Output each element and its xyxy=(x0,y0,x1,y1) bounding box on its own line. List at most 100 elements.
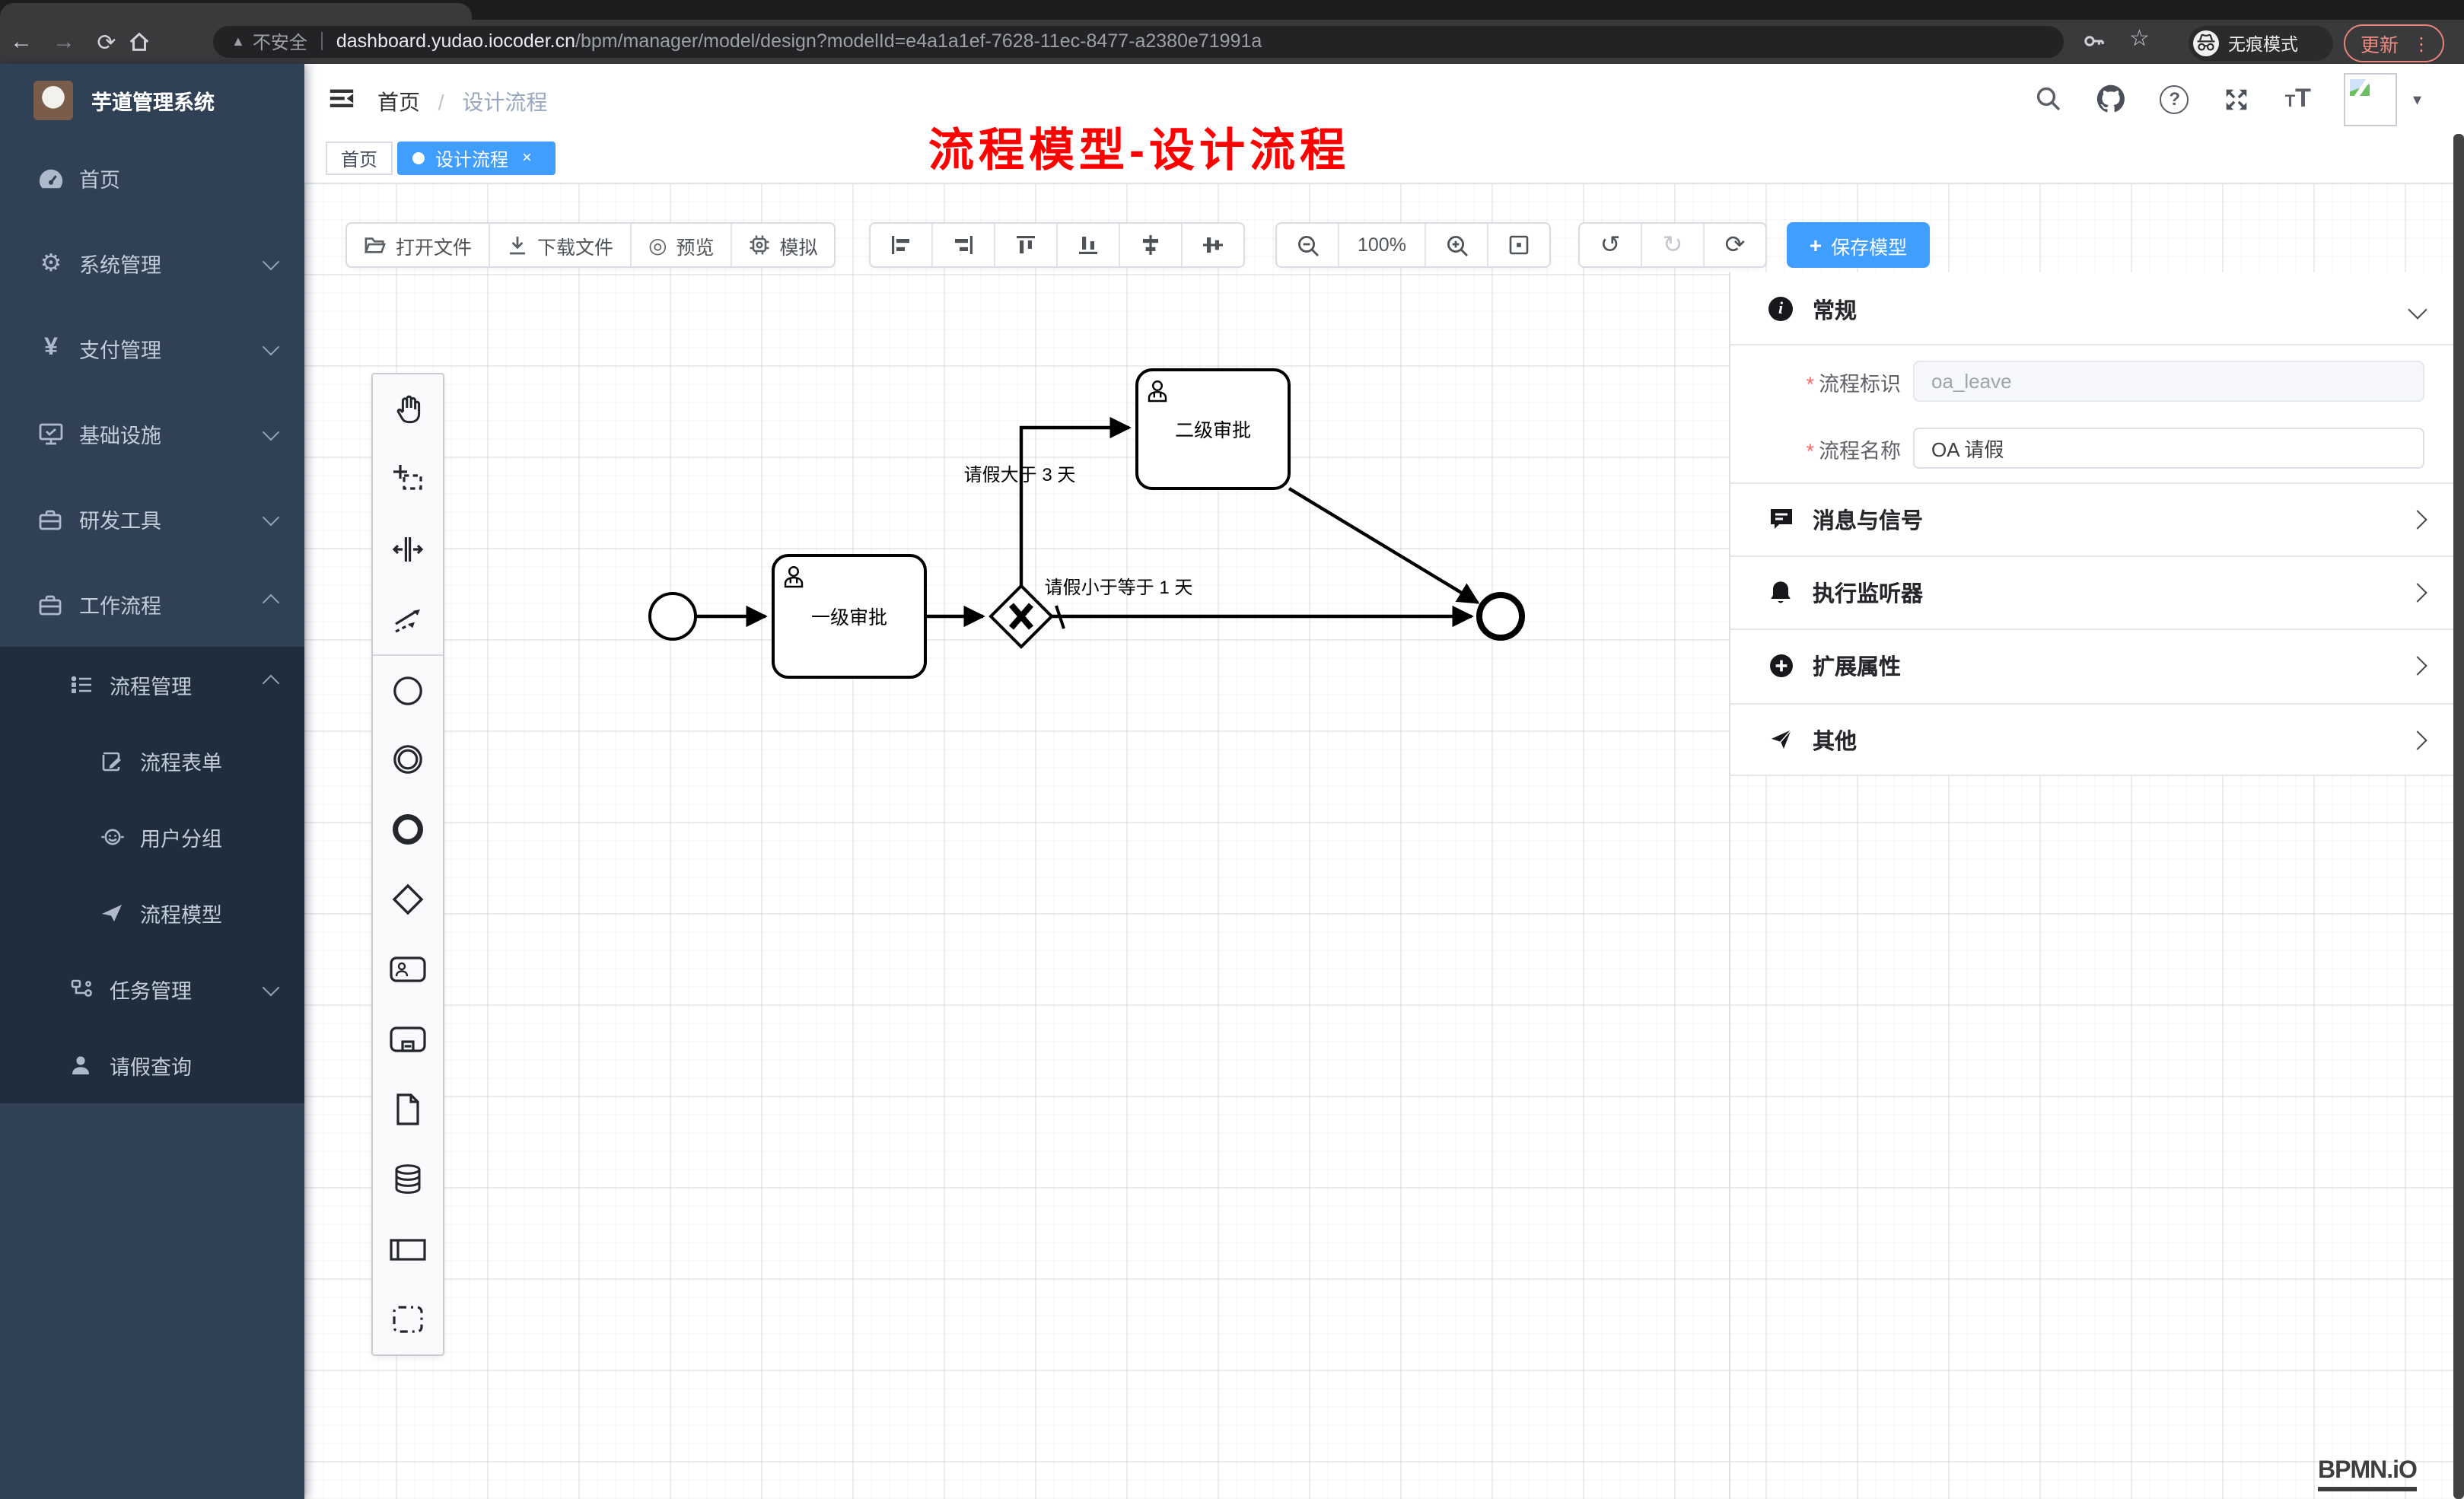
paper-plane-icon xyxy=(100,902,125,924)
open-file-button[interactable]: 打开文件 xyxy=(347,224,490,266)
tab-close-icon[interactable]: × xyxy=(522,149,532,167)
restart-icon[interactable]: ⟳ xyxy=(1705,224,1765,266)
align-bottom-icon[interactable] xyxy=(1058,224,1120,266)
url-path: /bpm/manager/model/design?modelId=e4a1a1… xyxy=(575,30,1262,52)
bpmn-task-first-approve[interactable]: 一级审批 xyxy=(773,555,925,677)
align-vertical-center-icon[interactable] xyxy=(1120,224,1183,266)
process-key-input[interactable] xyxy=(1913,361,2424,402)
avatar-caret-icon[interactable]: ▾ xyxy=(2413,89,2421,109)
palette-start-event[interactable] xyxy=(373,654,443,724)
bpmn-flow-gateway-task2[interactable] xyxy=(1021,428,1129,586)
align-horizontal-center-icon[interactable] xyxy=(1183,224,1243,266)
browser-update-button[interactable]: 更新 ⋮ xyxy=(2344,24,2444,62)
password-key-icon[interactable] xyxy=(2082,29,2106,53)
sidebar-item-devtools[interactable]: 研发工具 xyxy=(0,476,304,562)
global-connect-tool-icon[interactable] xyxy=(373,584,443,654)
sidebar-item-home[interactable]: 首页 xyxy=(0,135,304,221)
palette-end-event[interactable] xyxy=(373,794,443,864)
sidebar-collapse-icon[interactable] xyxy=(327,84,356,113)
section-title: 扩展属性 xyxy=(1813,649,1901,681)
avatar[interactable] xyxy=(2345,72,2398,126)
chevron-right-icon xyxy=(2408,730,2427,749)
zoom-in-icon[interactable] xyxy=(1426,224,1488,266)
align-top-icon[interactable] xyxy=(995,224,1058,266)
section-other[interactable]: 其他 xyxy=(1730,703,2464,776)
app-logo xyxy=(33,80,73,119)
tab-design-process[interactable]: 设计流程 × xyxy=(397,142,556,175)
browser-reload-icon[interactable]: ⟳ xyxy=(85,28,128,56)
space-tool-icon[interactable] xyxy=(373,514,443,584)
zoom-out-icon[interactable] xyxy=(1277,224,1339,266)
chevron-down-icon xyxy=(263,979,280,997)
face-icon xyxy=(100,826,125,848)
sidebar-item-user-group[interactable]: 用户分组 xyxy=(0,799,304,875)
breadcrumb-home[interactable]: 首页 xyxy=(377,90,420,114)
sidebar-item-label: 支付管理 xyxy=(79,333,161,364)
url-bar[interactable]: ▲ 不安全 dashboard.yudao.iocoder.cn/bpm/man… xyxy=(213,25,2064,57)
align-right-icon[interactable] xyxy=(933,224,995,266)
undo-icon[interactable]: ↺ xyxy=(1580,224,1642,266)
workflow-branch-icon xyxy=(70,979,94,1000)
sidebar-item-leave-query[interactable]: 请假查询 xyxy=(0,1027,304,1103)
palette-group[interactable] xyxy=(373,1284,443,1354)
lasso-tool-icon[interactable] xyxy=(373,444,443,514)
font-size-icon[interactable]: TT xyxy=(2285,84,2311,114)
bookmark-star-icon[interactable]: ☆ xyxy=(2129,24,2150,52)
help-icon[interactable]: ? xyxy=(2160,84,2189,113)
section-message-signal[interactable]: 消息与信号 xyxy=(1730,482,2464,555)
palette-subprocess[interactable] xyxy=(373,1004,443,1074)
browser-home-icon[interactable] xyxy=(128,30,170,53)
browser-tab[interactable] xyxy=(0,3,472,20)
preview-button[interactable]: ◎ 预览 xyxy=(632,224,732,266)
search-icon[interactable] xyxy=(2036,85,2063,113)
page-scrollbar[interactable] xyxy=(2453,134,2464,1499)
github-icon[interactable] xyxy=(2096,84,2127,114)
sidebar-item-task-mgmt[interactable]: 任务管理 xyxy=(0,951,304,1027)
bpmn-io-logo[interactable]: BPMN.iO xyxy=(2318,1458,2417,1491)
sidebar-item-workflow[interactable]: 工作流程 xyxy=(0,562,304,647)
process-name-input[interactable] xyxy=(1913,428,2424,469)
palette-user-task[interactable] xyxy=(373,934,443,1004)
update-label[interactable]: 更新 xyxy=(2361,29,2399,58)
download-file-button[interactable]: 下载文件 xyxy=(490,224,632,266)
sidebar-item-infra[interactable]: 基础设施 xyxy=(0,391,304,476)
save-model-button[interactable]: + 保存模型 xyxy=(1787,222,1930,268)
palette-data-object[interactable] xyxy=(373,1074,443,1144)
browser-forward-icon[interactable]: → xyxy=(43,29,85,55)
download-icon xyxy=(507,234,528,256)
bpmn-end-event[interactable] xyxy=(1479,595,1522,638)
bpmn-start-event[interactable] xyxy=(650,594,696,639)
sidebar-item-process-mgmt[interactable]: 流程管理 xyxy=(0,647,304,723)
browser-back-icon[interactable]: ← xyxy=(0,29,43,55)
browser-menu-icon[interactable]: ⋮ xyxy=(2412,33,2431,54)
hand-tool-icon[interactable] xyxy=(373,374,443,444)
security-label[interactable]: 不安全 xyxy=(253,28,307,54)
redo-icon[interactable]: ↻ xyxy=(1642,224,1705,266)
bpmn-task-second-approve[interactable]: 二级审批 xyxy=(1137,370,1289,489)
tab-home[interactable]: 首页 xyxy=(326,142,393,175)
sidebar-item-process-form[interactable]: 流程表单 xyxy=(0,723,304,799)
breadcrumb: 首页 / 设计流程 xyxy=(377,87,547,117)
sidebar-item-label: 首页 xyxy=(79,163,120,193)
sidebar-item-payment[interactable]: ¥ 支付管理 xyxy=(0,306,304,391)
sidebar-item-system[interactable]: ⚙ 系统管理 xyxy=(0,221,304,306)
bpmn-flow-task2-end[interactable] xyxy=(1289,489,1478,603)
sidebar-item-label: 工作流程 xyxy=(79,589,161,619)
bpmn-exclusive-gateway[interactable] xyxy=(991,586,1052,647)
palette-intermediate-event[interactable] xyxy=(373,724,443,794)
sidebar-item-process-model[interactable]: 流程模型 xyxy=(0,875,304,951)
palette-data-store[interactable] xyxy=(373,1144,443,1214)
section-general[interactable]: i 常规 xyxy=(1730,272,2464,345)
properties-panel: i 常规 *流程标识 *流程名称 消息与信号 执行监听器 xyxy=(1729,272,2464,776)
browser-chrome: ← → ⟳ ▲ 不安全 dashboard.yudao.iocoder.cn/b… xyxy=(0,0,2464,64)
section-execution-listener[interactable]: 执行监听器 xyxy=(1730,555,2464,629)
palette-participant-pool[interactable] xyxy=(373,1214,443,1284)
sidebar-item-label: 系统管理 xyxy=(79,248,161,278)
fullscreen-icon[interactable] xyxy=(2223,84,2252,113)
app-logo-row[interactable]: 芋道管理系统 xyxy=(0,64,304,135)
palette-gateway[interactable] xyxy=(373,864,443,934)
section-extended-attributes[interactable]: 扩展属性 xyxy=(1730,629,2464,702)
simulate-button[interactable]: 模拟 xyxy=(733,224,835,266)
align-left-icon[interactable] xyxy=(871,224,933,266)
fit-viewport-icon[interactable] xyxy=(1488,224,1549,266)
